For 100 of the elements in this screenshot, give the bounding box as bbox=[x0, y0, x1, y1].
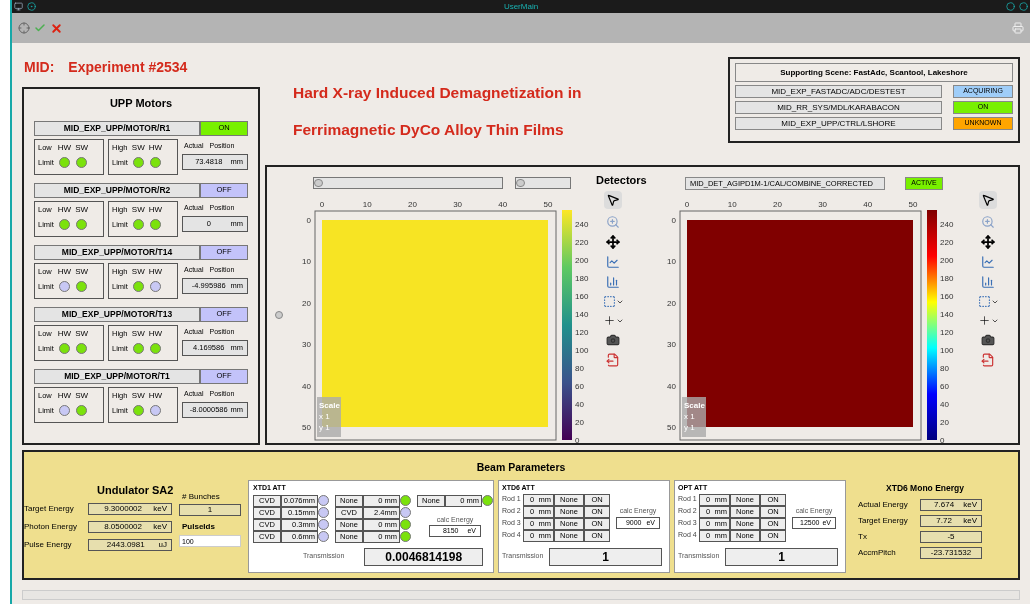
camera-icon[interactable] bbox=[606, 333, 620, 347]
scale-overlay bbox=[682, 397, 706, 437]
device-name: MID_EXP_UPP/CTRL/LSHORE bbox=[735, 117, 942, 130]
unit-label: keV bbox=[963, 515, 977, 527]
device-name: MID_EXP_FASTADC/ADC/DESTEST bbox=[735, 85, 942, 98]
colorbar-tick-label: 40 bbox=[940, 400, 949, 410]
camera-icon[interactable] bbox=[981, 333, 995, 347]
axis-tick-label: 0 bbox=[684, 200, 690, 209]
crosshair-icon[interactable] bbox=[602, 314, 624, 327]
switch-label: HW bbox=[148, 265, 163, 278]
colorbar-tick-label: 160 bbox=[940, 292, 954, 302]
switch-label: SW bbox=[131, 203, 145, 216]
colorbar-tick-label: 60 bbox=[575, 382, 584, 392]
device-name: MID_EXP_UPP/MOTOR/T14 bbox=[34, 244, 200, 260]
horizontal-scrollbar[interactable] bbox=[22, 590, 1020, 600]
device-name: MID_EXP_UPP/MOTOR/R1 bbox=[34, 120, 200, 136]
colorbar-tick-label: 20 bbox=[575, 418, 584, 428]
panel-title: Beam Parameters bbox=[476, 460, 566, 474]
colorbar-tick-label: 120 bbox=[940, 328, 954, 338]
transmission-value: 0.0046814198 bbox=[364, 547, 483, 566]
switch-label: SW bbox=[75, 389, 89, 402]
switch-label: HW bbox=[57, 141, 72, 154]
slider-thumb[interactable] bbox=[314, 179, 323, 187]
check-icon[interactable] bbox=[34, 22, 46, 34]
colorbar-tick-label: 80 bbox=[940, 364, 949, 374]
axis-tick-label: 40 bbox=[863, 200, 873, 209]
axis-tick-label: 40 bbox=[667, 381, 676, 391]
axis-tick-label: 10 bbox=[667, 257, 676, 267]
scale-label: x 1 bbox=[319, 412, 330, 421]
axis-tick-label: 30 bbox=[302, 340, 311, 350]
axis-tick-label: 0 bbox=[671, 216, 676, 225]
colorbar-tick-label: 220 bbox=[940, 238, 954, 248]
study-title: Ferrimagnetic DyCo Alloy Thin Films bbox=[293, 120, 565, 141]
colorbar-tick-label: 160 bbox=[575, 292, 589, 302]
colorbar-tick-label: 240 bbox=[575, 220, 589, 230]
colorbar-tick-label: 80 bbox=[575, 364, 584, 374]
axis-tick-label: 50 bbox=[543, 200, 553, 209]
frame-slider[interactable] bbox=[515, 177, 571, 189]
scale-label: y 1 bbox=[684, 423, 695, 432]
export-icon[interactable] bbox=[981, 353, 995, 367]
parameter-label: Target Energy bbox=[858, 515, 909, 527]
selection-icon[interactable] bbox=[602, 295, 624, 308]
facility-label: MID: bbox=[24, 58, 55, 77]
pointer-tool-icon[interactable] bbox=[604, 191, 622, 209]
colorbar-tick-label: 40 bbox=[575, 400, 584, 410]
device-name: MID_RR_SYS/MDL/KARABACON bbox=[735, 101, 942, 114]
axis-tick-label: 40 bbox=[302, 381, 311, 391]
parameter-label: Actual Energy bbox=[858, 499, 909, 511]
export-icon[interactable] bbox=[606, 353, 620, 367]
bar-chart-icon[interactable] bbox=[606, 275, 620, 289]
parameter-label: # Bunches bbox=[181, 491, 221, 503]
colorbar-tick-label: 100 bbox=[940, 346, 954, 356]
colorbar-tick-label: 140 bbox=[940, 310, 954, 320]
switch-label: HW bbox=[148, 203, 163, 216]
colorbar-tick-label: 140 bbox=[575, 310, 589, 320]
readout-value: 7.674 bbox=[933, 499, 956, 511]
unit-label: uJ bbox=[158, 539, 167, 551]
zoom-icon[interactable] bbox=[981, 215, 995, 229]
section-title: Undulator SA2 bbox=[96, 483, 172, 498]
scale-overlay bbox=[317, 397, 341, 437]
colorbar-tick-label: 220 bbox=[575, 238, 589, 248]
slider-handle[interactable] bbox=[274, 311, 283, 319]
panel-title: UPP Motors bbox=[108, 96, 174, 111]
switch-label: HW bbox=[148, 141, 163, 154]
switch-label: HW bbox=[57, 265, 72, 278]
line-chart-icon[interactable] bbox=[606, 255, 620, 269]
switch-label: SW bbox=[131, 141, 145, 154]
readout-value: 9.3000002 bbox=[103, 503, 143, 515]
unit-label: keV bbox=[963, 499, 977, 511]
crosshair-icon[interactable] bbox=[977, 314, 999, 327]
switch-label: SW bbox=[75, 141, 89, 154]
frame-slider[interactable] bbox=[313, 177, 503, 189]
transmission-value: 1 bbox=[725, 547, 838, 566]
app-icon[interactable] bbox=[14, 2, 23, 11]
pointer-tool-icon[interactable] bbox=[979, 191, 997, 209]
colorbar-tick-label: 20 bbox=[940, 418, 949, 428]
bar-chart-icon[interactable] bbox=[981, 275, 995, 289]
axis-tick-label: 10 bbox=[302, 257, 311, 267]
colorbar-tick-label: 240 bbox=[940, 220, 954, 230]
parameter-label: Tx bbox=[858, 531, 868, 543]
slider-thumb[interactable] bbox=[516, 179, 525, 187]
switch-label: SW bbox=[75, 265, 89, 278]
scale-label: x 1 bbox=[684, 412, 695, 421]
device-name: MID_EXP_UPP/MOTOR/R2 bbox=[34, 182, 200, 198]
section-title: XTD6 Mono Energy bbox=[885, 482, 965, 495]
axis-tick-label: 50 bbox=[908, 200, 918, 209]
close-icon[interactable] bbox=[50, 21, 63, 35]
axis-tick-label: 20 bbox=[772, 200, 782, 209]
readout-value: 1 bbox=[206, 504, 214, 516]
switch-label: SW bbox=[75, 203, 89, 216]
device-name: MID_EXP_UPP/MOTOR/T13 bbox=[34, 306, 200, 322]
parameter-label: AccmPitch bbox=[858, 547, 897, 559]
axis-tick-label: 20 bbox=[302, 298, 311, 308]
switch-label: SW bbox=[75, 327, 89, 340]
selection-icon[interactable] bbox=[977, 295, 999, 308]
colorbar-tick-label: 200 bbox=[575, 256, 589, 266]
colorbar-tick-label: 0 bbox=[940, 436, 945, 443]
zoom-icon[interactable] bbox=[606, 215, 620, 229]
axis-tick-label: 40 bbox=[498, 200, 508, 209]
line-chart-icon[interactable] bbox=[981, 255, 995, 269]
